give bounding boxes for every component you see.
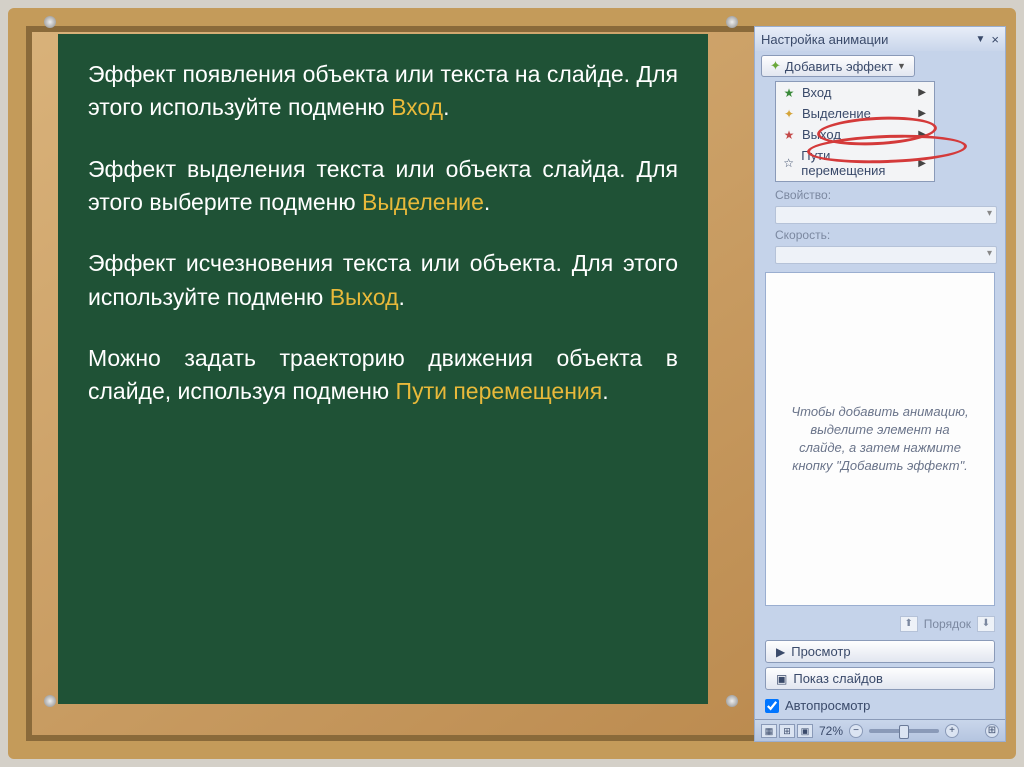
menu-item-emphasis[interactable]: ✦ Выделение ▶ xyxy=(776,103,934,124)
bottom-buttons: ▶ Просмотр ▣ Показ слайдов xyxy=(755,636,1005,694)
autopreview-label: Автопросмотр xyxy=(785,698,870,713)
star-icon: ★ xyxy=(782,86,796,100)
preview-label: Просмотр xyxy=(791,644,850,659)
add-effect-label: Добавить эффект xyxy=(785,59,893,74)
status-bar: ▦ ⊞ ▣ 72% − + ⊞ xyxy=(755,719,1005,741)
highlight-entrance: Вход xyxy=(391,94,443,120)
speed-row: Скорость: xyxy=(755,226,1005,244)
property-combo[interactable] xyxy=(775,206,997,224)
autopreview-checkbox[interactable] xyxy=(765,699,779,713)
view-switcher: ▦ ⊞ ▣ xyxy=(761,724,813,738)
highlight-motion-path: Пути перемещения xyxy=(396,378,603,404)
zoom-level: 72% xyxy=(819,724,843,738)
preview-button[interactable]: ▶ Просмотр xyxy=(765,640,995,663)
text: . xyxy=(399,284,405,310)
menu-label: Вход xyxy=(802,85,831,100)
slideshow-label: Показ слайдов xyxy=(793,671,883,686)
zoom-out-button[interactable]: − xyxy=(849,724,863,738)
paragraph-entrance: Эффект появления объекта или текста на с… xyxy=(88,58,678,125)
reorder-row: ⬆ Порядок ⬇ xyxy=(755,612,1005,636)
chevron-right-icon: ▶ xyxy=(918,108,926,119)
normal-view-button[interactable]: ▦ xyxy=(761,724,777,738)
order-label: Порядок xyxy=(924,617,971,631)
menu-label: Пути перемещения xyxy=(801,148,912,178)
empty-hint: Чтобы добавить анимацию, выделите элемен… xyxy=(786,403,974,476)
speed-combo-row xyxy=(755,244,1005,266)
chevron-right-icon: ▶ xyxy=(918,87,926,98)
star-icon: ✦ xyxy=(782,107,796,121)
pane-toolbar: ✦ Добавить эффект ▼ xyxy=(755,51,1005,81)
speed-label: Скорость: xyxy=(775,228,830,242)
menu-label: Выход xyxy=(802,127,841,142)
screw-icon xyxy=(44,16,56,28)
slideshow-view-button[interactable]: ▣ xyxy=(797,724,813,738)
animation-list-area: Чтобы добавить анимацию, выделите элемен… xyxy=(765,272,995,606)
animation-task-pane: Настройка анимации ▼ × ✦ Добавить эффект… xyxy=(754,26,1006,742)
zoom-slider[interactable] xyxy=(869,729,939,733)
speed-combo[interactable] xyxy=(775,246,997,264)
chevron-down-icon: ▼ xyxy=(897,61,906,71)
star-icon: ☆ xyxy=(782,156,795,170)
menu-item-entrance[interactable]: ★ Вход ▶ xyxy=(776,82,934,103)
chevron-down-icon[interactable]: ▼ xyxy=(976,34,986,45)
chalkboard: Эффект появления объекта или текста на с… xyxy=(58,34,708,704)
close-icon[interactable]: × xyxy=(991,32,999,47)
highlight-emphasis: Выделение xyxy=(362,189,484,215)
zoom-in-button[interactable]: + xyxy=(945,724,959,738)
move-up-button[interactable]: ⬆ xyxy=(900,616,918,632)
text: . xyxy=(602,378,608,404)
highlight-exit: Выход xyxy=(330,284,399,310)
property-row: Свойство: xyxy=(755,186,1005,204)
text: . xyxy=(443,94,449,120)
paragraph-motion-path: Можно задать траекторию движения объекта… xyxy=(88,342,678,409)
property-combo-row xyxy=(755,204,1005,226)
chevron-right-icon: ▶ xyxy=(918,158,926,169)
add-effect-button[interactable]: ✦ Добавить эффект ▼ xyxy=(761,55,915,77)
fit-window-button[interactable]: ⊞ xyxy=(985,724,999,738)
slideshow-icon: ▣ xyxy=(776,672,787,686)
slideshow-button[interactable]: ▣ Показ слайдов xyxy=(765,667,995,690)
move-down-button[interactable]: ⬇ xyxy=(977,616,995,632)
chevron-right-icon: ▶ xyxy=(918,129,926,140)
text: . xyxy=(484,189,490,215)
pane-title: Настройка анимации xyxy=(761,32,888,47)
sorter-view-button[interactable]: ⊞ xyxy=(779,724,795,738)
star-icon: ✦ xyxy=(770,58,781,74)
text: Эффект появления объекта или текста на с… xyxy=(88,61,678,120)
pane-header: Настройка анимации ▼ × xyxy=(755,27,1005,51)
menu-item-motion-paths[interactable]: ☆ Пути перемещения ▶ xyxy=(776,145,934,181)
screw-icon xyxy=(726,16,738,28)
menu-label: Выделение xyxy=(802,106,871,121)
star-icon: ★ xyxy=(782,128,796,142)
property-label: Свойство: xyxy=(775,188,831,202)
paragraph-exit: Эффект исчезновения текста или объекта. … xyxy=(88,247,678,314)
play-icon: ▶ xyxy=(776,645,785,659)
autopreview-row: Автопросмотр xyxy=(755,694,1005,719)
screw-icon xyxy=(726,695,738,707)
paragraph-emphasis: Эффект выделения текста или объекта слай… xyxy=(88,153,678,220)
effect-dropdown-menu: ★ Вход ▶ ✦ Выделение ▶ ★ Выход ▶ ☆ Пути … xyxy=(775,81,935,182)
menu-item-exit[interactable]: ★ Выход ▶ xyxy=(776,124,934,145)
screw-icon xyxy=(44,695,56,707)
